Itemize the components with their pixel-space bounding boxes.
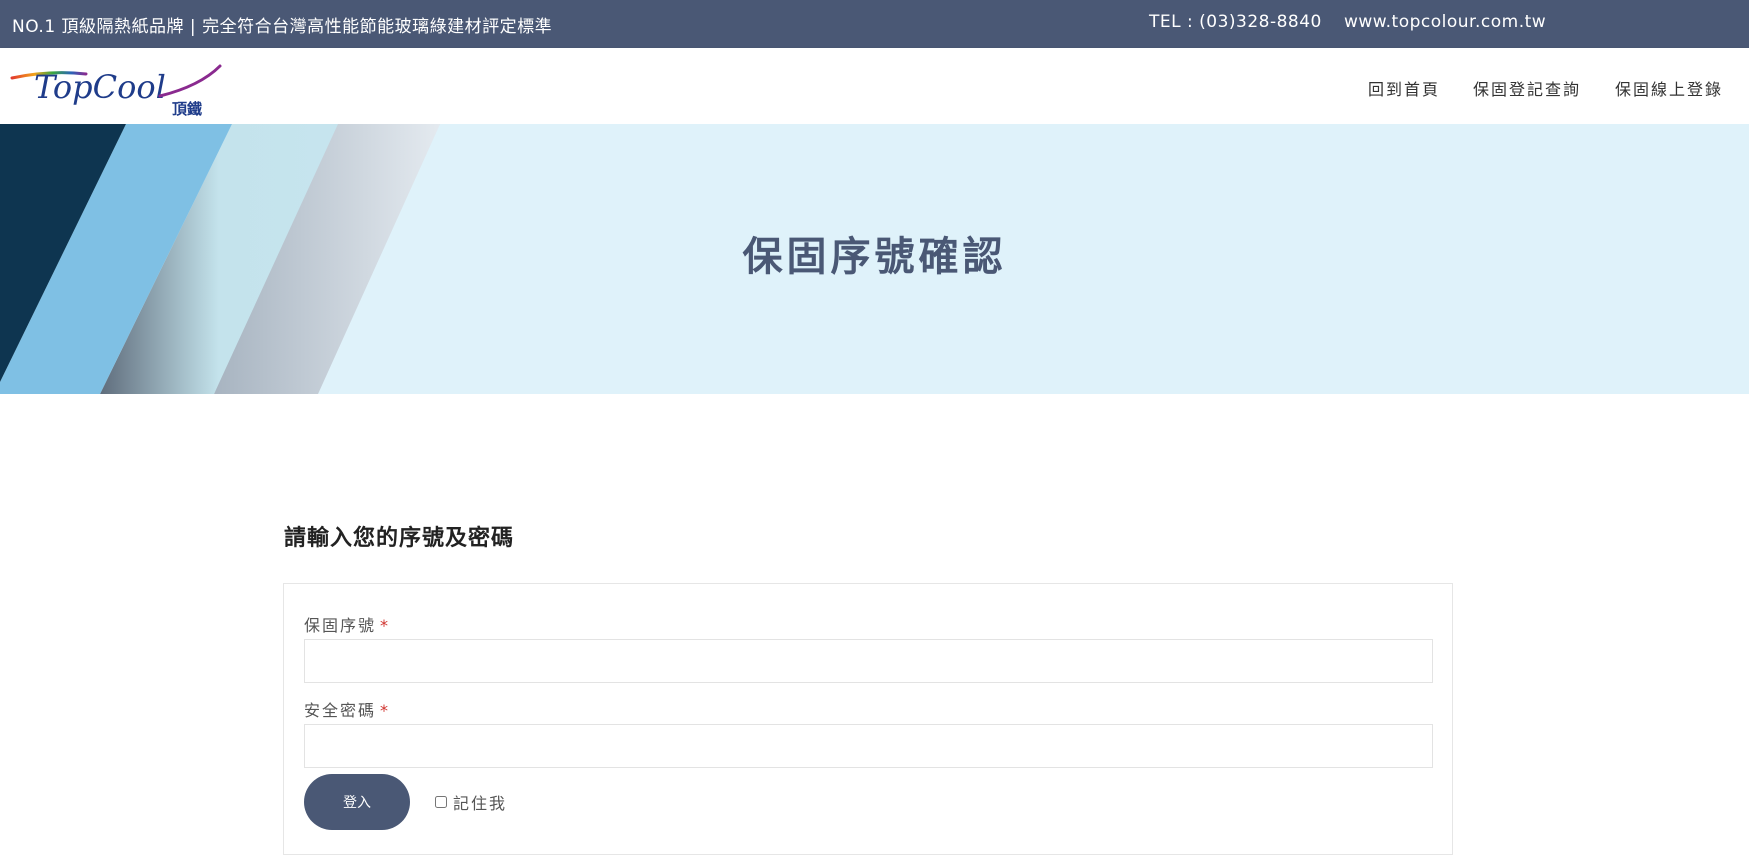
phone-number: TEL : (03)328-8840 xyxy=(1149,12,1322,32)
remember-me-label: 記住我 xyxy=(453,794,508,813)
nav-warranty-register[interactable]: 保固線上登錄 xyxy=(1615,76,1723,100)
serial-label: 保固序號 * xyxy=(304,612,390,636)
logo-wordmark: TopCool xyxy=(34,68,166,106)
login-button[interactable]: 登入 xyxy=(304,774,410,830)
password-label-text: 安全密碼 xyxy=(304,701,377,720)
page-title: 保固序號確認 xyxy=(742,234,1007,280)
topcool-logo[interactable]: TopCool 頂鐵 xyxy=(10,56,230,120)
main-navbar: TopCool 頂鐵 回到首頁 保固登記查詢 保固線上登錄 xyxy=(0,48,1749,124)
login-form-panel: 保固序號 * 安全密碼 * 登入 記住我 xyxy=(283,583,1453,855)
logo-graphic: TopCool 頂鐵 xyxy=(10,64,222,118)
serial-number-input[interactable] xyxy=(304,639,1433,683)
remember-me[interactable]: 記住我 xyxy=(435,790,507,814)
website-url: www.topcolour.com.tw xyxy=(1344,12,1547,32)
top-info-bar: NO.1 頂級隔熱紙品牌 | 完全符合台灣高性能節能玻璃綠建材評定標準 TEL … xyxy=(0,0,1749,48)
password-label: 安全密碼 * xyxy=(304,697,390,721)
nav-warranty-query[interactable]: 保固登記查詢 xyxy=(1473,76,1581,100)
remember-me-checkbox[interactable] xyxy=(435,796,447,808)
form-heading: 請輸入您的序號及密碼 xyxy=(284,526,515,551)
hero-banner: 保固序號確認 xyxy=(0,124,1749,394)
required-asterisk: * xyxy=(380,616,391,635)
logo-chinese: 頂鐵 xyxy=(172,100,202,118)
serial-label-text: 保固序號 xyxy=(304,616,377,635)
security-password-input[interactable] xyxy=(304,724,1433,768)
nav-home[interactable]: 回到首頁 xyxy=(1368,76,1440,100)
brand-tagline: NO.1 頂級隔熱紙品牌 | 完全符合台灣高性能節能玻璃綠建材評定標準 xyxy=(12,17,553,37)
required-asterisk: * xyxy=(380,701,391,720)
